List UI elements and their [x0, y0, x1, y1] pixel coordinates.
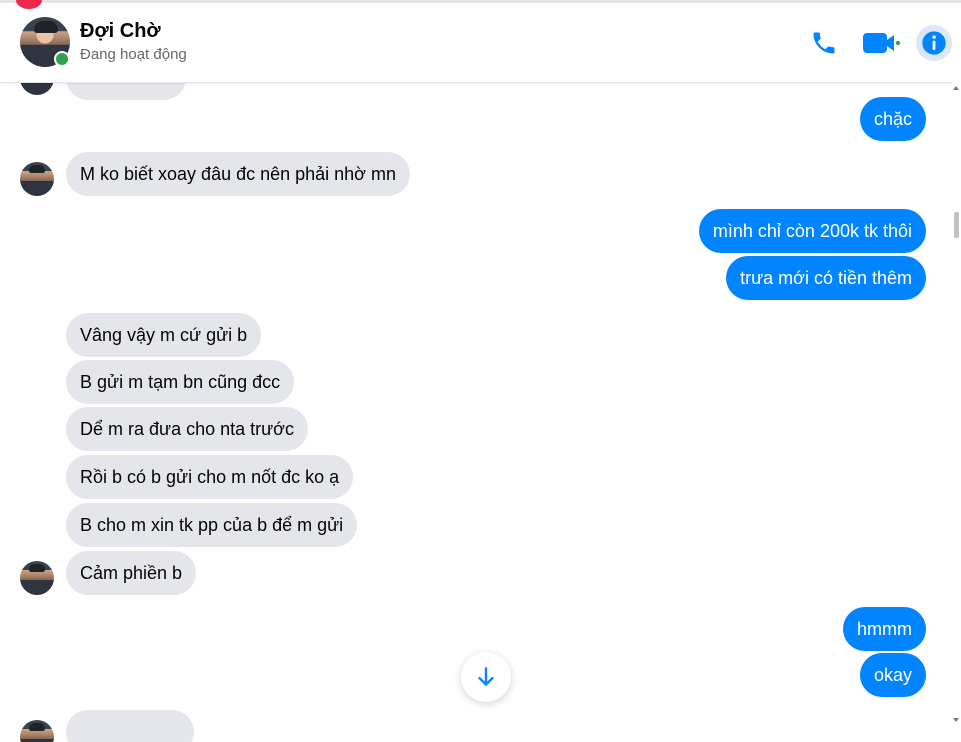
chat-scrollbar[interactable] [952, 82, 961, 742]
outgoing-message[interactable]: chặc [859, 97, 926, 141]
outgoing-message[interactable]: hmmm [843, 607, 926, 651]
incoming-message[interactable]: B cho m xin tk pp của b để m gửi [66, 503, 358, 547]
chat-header: Đợi Chờ Đang hoạt động [0, 0, 961, 83]
message-list[interactable]: chặc M ko biết xoay đâu đc nên phải nhờ … [0, 82, 952, 742]
scroll-down-arrow-icon[interactable] [953, 718, 959, 722]
sender-avatar [20, 162, 54, 196]
video-camera-icon[interactable] [860, 27, 902, 59]
sender-avatar [20, 561, 54, 595]
messenger-chat-window: Đợi Chờ Đang hoạt động chặc M ko biết xo… [0, 0, 961, 742]
notification-badge [16, 0, 42, 9]
incoming-message[interactable]: B gửi m tạm bn cũng đcc [66, 360, 295, 404]
info-icon[interactable] [916, 25, 952, 61]
incoming-message-partial[interactable] [66, 82, 186, 100]
outgoing-message[interactable]: mình chỉ còn 200k tk thôi [698, 209, 926, 253]
incoming-message[interactable]: Vâng vậy m cứ gửi b [66, 313, 262, 357]
scroll-to-bottom-button[interactable] [461, 652, 511, 702]
scrollbar-thumb[interactable] [954, 212, 959, 238]
sender-avatar [20, 82, 54, 95]
incoming-message[interactable]: Cảm phiền b [66, 551, 197, 595]
incoming-message[interactable]: M ko biết xoay đâu đc nên phải nhờ mn [66, 152, 410, 196]
incoming-message-partial[interactable] [66, 710, 194, 742]
contact-avatar[interactable] [20, 17, 70, 67]
sender-avatar [20, 720, 54, 742]
outgoing-message[interactable]: okay [859, 653, 926, 697]
phone-icon[interactable] [808, 27, 840, 59]
incoming-message[interactable]: Rồi b có b gửi cho m nốt đc ko ạ [66, 455, 354, 499]
contact-status: Đang hoạt động [80, 46, 187, 63]
scroll-up-arrow-icon[interactable] [953, 86, 959, 90]
arrow-down-icon [478, 667, 494, 686]
outgoing-message[interactable]: trưa mới có tiền thêm [726, 256, 926, 300]
incoming-message[interactable]: Dể m ra đưa cho nta trước [66, 407, 308, 451]
online-status-dot [54, 51, 70, 67]
contact-name[interactable]: Đợi Chờ [80, 20, 161, 43]
